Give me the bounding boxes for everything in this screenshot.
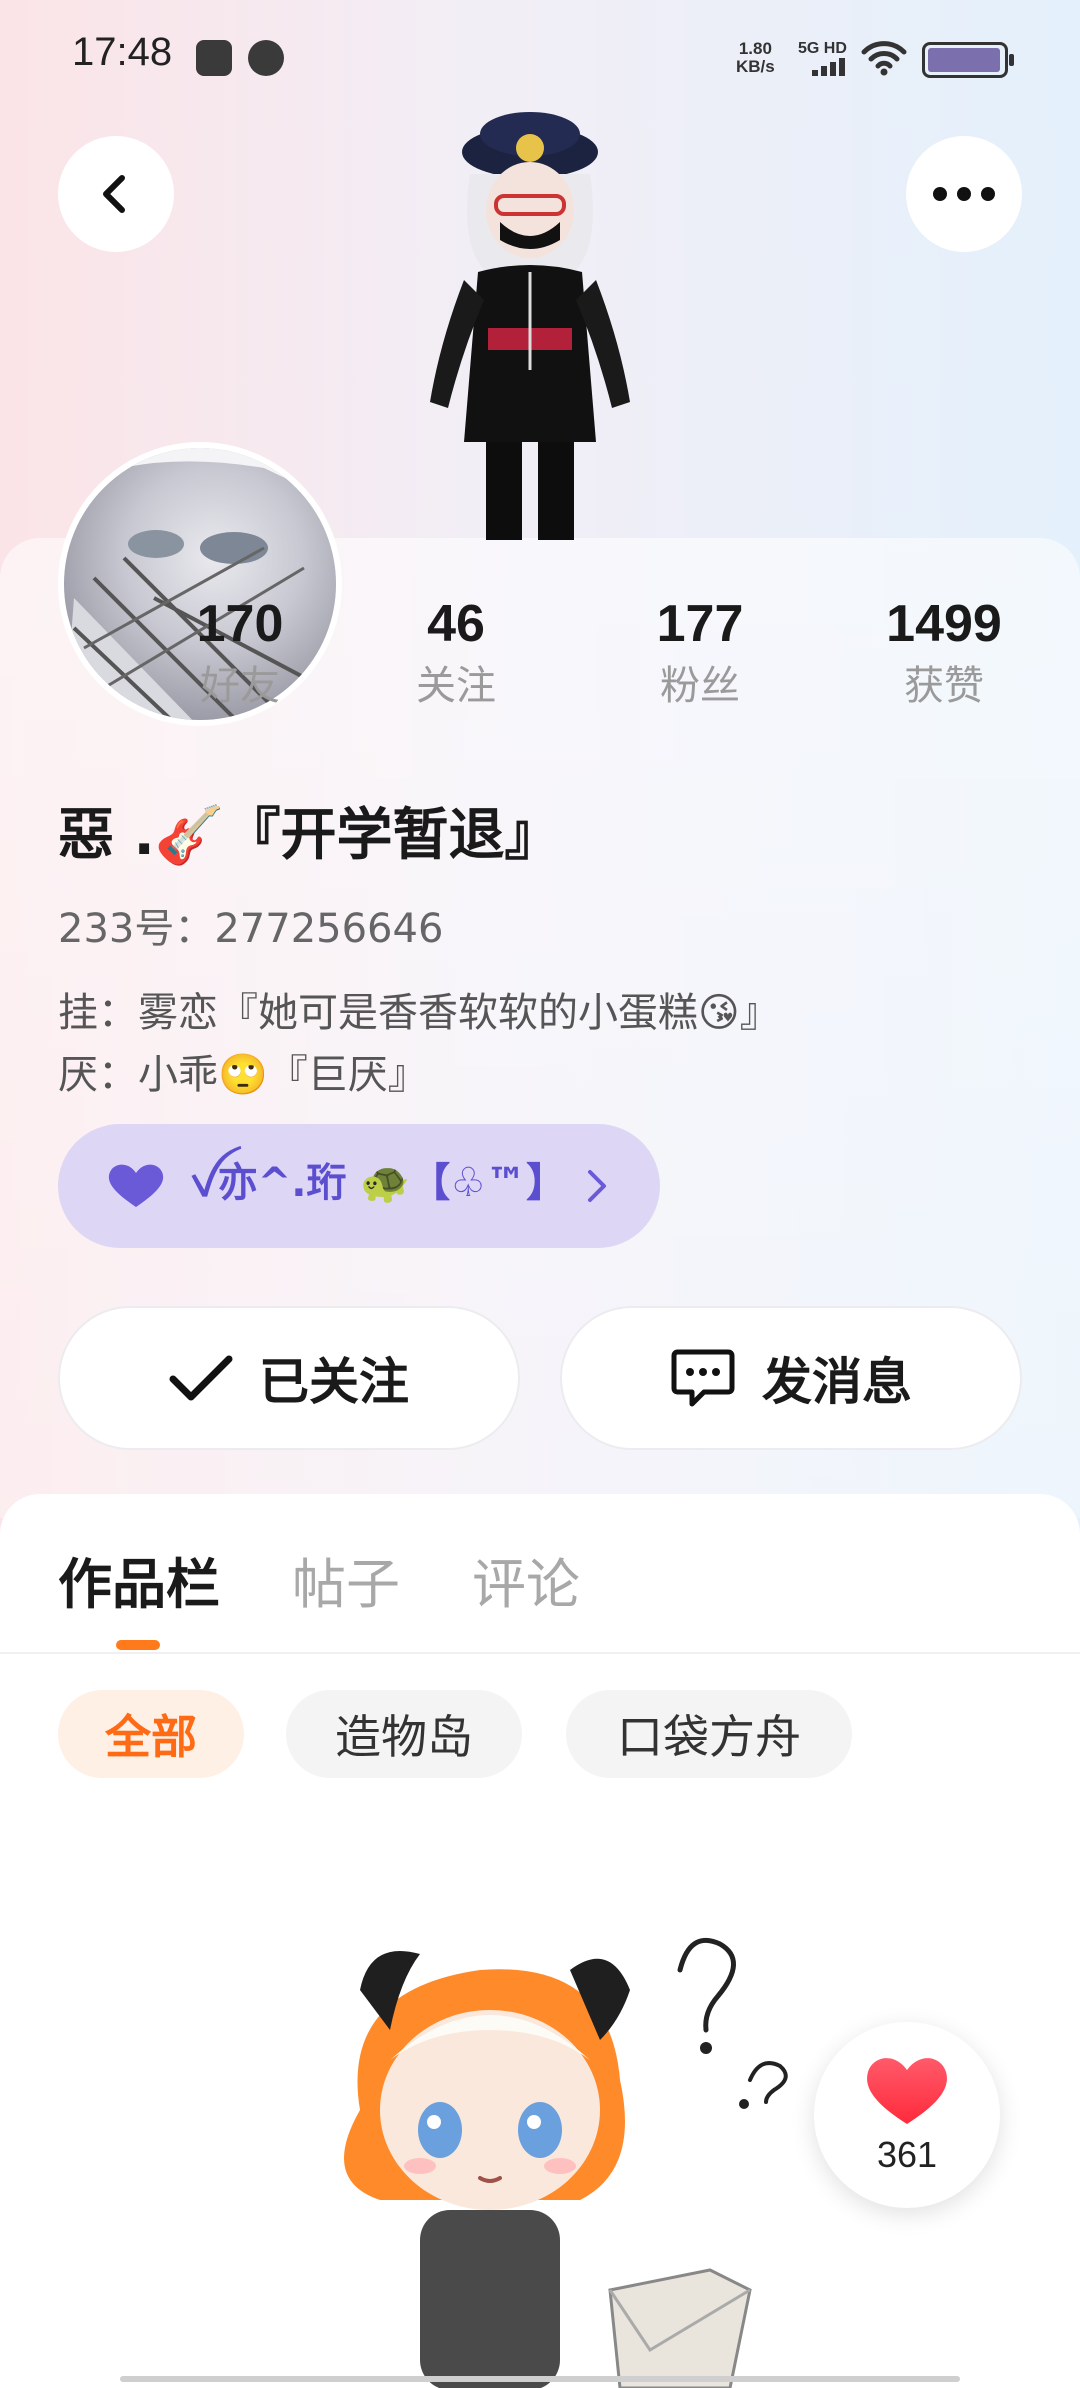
stat-following-value: 46 (427, 595, 485, 653)
network-type: 5G HD (798, 40, 847, 57)
followed-button-label: 已关注 (259, 1353, 409, 1411)
back-button[interactable] (58, 136, 174, 252)
network-speed-value: 1.80 (738, 39, 772, 58)
chevron-right-icon (588, 1170, 606, 1202)
stat-likes-label: 获赞 (904, 663, 984, 709)
filter-chip-all[interactable]: 全部 (58, 1690, 244, 1778)
stat-followers[interactable]: 177 粉丝 (610, 592, 790, 714)
profile-name: 惡 .🎸『开学暂退』 (58, 803, 561, 868)
wifi-icon (861, 41, 907, 76)
stat-followers-label: 粉丝 (660, 663, 740, 709)
notification-cat-icon (248, 40, 284, 76)
gesture-home-bar[interactable] (120, 2376, 960, 2382)
profile-bio-line-2: 厌：小乖🙄『巨厌』 (58, 1052, 428, 1098)
chat-bubble-icon (671, 1349, 735, 1407)
network-speed-unit: KB/s (736, 57, 775, 76)
battery-icon (922, 42, 1014, 78)
stat-followers-value: 177 (656, 595, 744, 653)
status-bar: 17:48 1.80 KB/s 5G HD (0, 0, 1080, 110)
followed-button[interactable]: 已关注 (58, 1306, 520, 1450)
send-message-button[interactable]: 发消息 (560, 1306, 1022, 1450)
more-horizontal-icon (933, 187, 995, 201)
network-speed: 1.80 KB/s (736, 40, 775, 76)
stat-friends[interactable]: 170 好友 (150, 592, 330, 714)
check-icon (169, 1355, 233, 1401)
tab-posts[interactable]: 帖子 (292, 1540, 400, 1619)
profile-bio-line-1: 挂：雾恋『她可是香香软软的小蛋糕😘』 (58, 990, 780, 1036)
filter-chip-creation-island[interactable]: 造物岛 (286, 1690, 522, 1778)
like-count: 361 (876, 2134, 938, 2175)
stat-friends-value: 170 (196, 595, 284, 653)
signal-icon (812, 58, 845, 76)
tab-active-indicator (116, 1640, 160, 1650)
empty-state-mascot-image (344, 1937, 788, 2388)
tab-comments[interactable]: 评论 (472, 1540, 580, 1619)
stat-likes-value: 1499 (886, 595, 1002, 653)
more-button[interactable] (906, 136, 1022, 252)
tab-works[interactable]: 作品栏 (58, 1540, 220, 1619)
filter-chip-pocket-ark[interactable]: 口袋方舟 (566, 1690, 852, 1778)
status-time: 17:48 (72, 30, 173, 74)
stat-following[interactable]: 46 关注 (366, 592, 546, 714)
profile-uid[interactable]: 233号：277256646 (58, 896, 443, 954)
heart-icon (867, 2058, 947, 2124)
stat-likes[interactable]: 1499 获赞 (854, 592, 1034, 714)
stat-friends-label: 好友 (200, 663, 280, 709)
relation-pill-text: ꪜ亦^.珩 🐢【♧™】 (190, 1160, 567, 1206)
character-avatar-image (430, 112, 630, 540)
chevron-left-icon (103, 175, 125, 213)
notification-app-icon (196, 40, 232, 76)
stat-following-label: 关注 (416, 663, 496, 709)
send-message-label: 发消息 (762, 1353, 912, 1411)
tab-divider (0, 1652, 1080, 1654)
like-button[interactable]: 361 (814, 2022, 1000, 2208)
heart-icon (108, 1164, 164, 1207)
relation-pill[interactable]: ꪜ亦^.珩 🐢【♧™】 (58, 1124, 660, 1248)
